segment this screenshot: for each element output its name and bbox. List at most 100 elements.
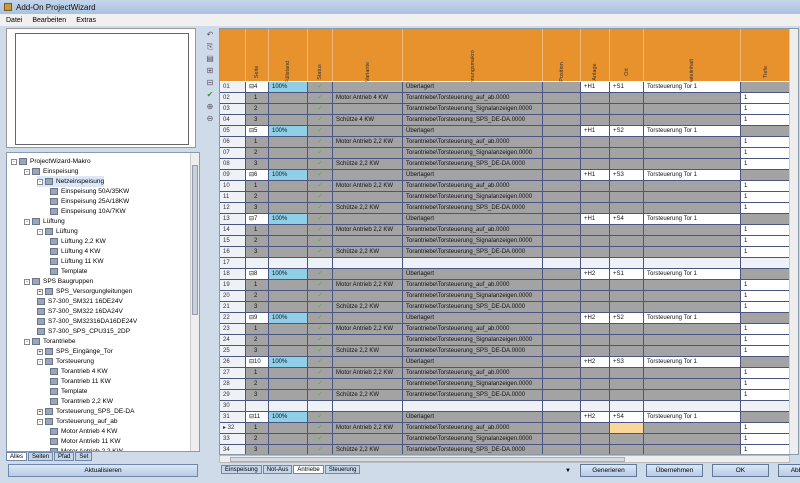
tab-not-aus[interactable]: Not-Aus bbox=[262, 465, 293, 474]
table-cell[interactable]: 100% bbox=[269, 82, 308, 93]
table-cell[interactable] bbox=[333, 170, 403, 181]
column-header[interactable]: Ort bbox=[610, 29, 644, 81]
status-check-icon[interactable]: ✓ bbox=[308, 379, 333, 390]
table-cell[interactable]: 1 bbox=[741, 423, 791, 434]
table-cell[interactable] bbox=[543, 258, 581, 269]
status-check-icon[interactable]: ✓ bbox=[308, 247, 333, 258]
table-cell[interactable] bbox=[543, 236, 581, 247]
table-cell[interactable] bbox=[333, 126, 403, 137]
status-check-icon[interactable]: ✓ bbox=[308, 313, 333, 324]
table-row[interactable]: 18 ⊟8 100% ✓ Überlagert +H2 +S1 Torsteuerung To… bbox=[220, 269, 791, 280]
status-check-icon[interactable]: ✓ bbox=[308, 445, 333, 454]
table-cell[interactable]: +H1 bbox=[581, 170, 610, 181]
table-cell[interactable]: 1 bbox=[741, 280, 791, 291]
table-cell[interactable] bbox=[581, 236, 610, 247]
table-cell[interactable] bbox=[543, 291, 581, 302]
table-cell[interactable]: Torantriebe\Torsteuerung_SPS_DE-DA.0000 bbox=[403, 203, 543, 214]
table-cell[interactable] bbox=[543, 93, 581, 104]
table-cell[interactable]: Überlagert bbox=[403, 412, 543, 423]
table-cell[interactable] bbox=[543, 423, 581, 434]
table-cell[interactable] bbox=[581, 434, 610, 445]
status-check-icon[interactable]: ✓ bbox=[308, 291, 333, 302]
collapse-icon[interactable]: - bbox=[24, 338, 30, 345]
table-cell[interactable] bbox=[644, 390, 741, 401]
column-header[interactable]: Status bbox=[308, 29, 333, 81]
table-cell[interactable] bbox=[581, 324, 610, 335]
table-cell[interactable] bbox=[644, 93, 741, 104]
table-cell[interactable] bbox=[610, 346, 644, 357]
table-cell[interactable] bbox=[741, 357, 791, 368]
table-cell[interactable]: Torantriebe\Torsteuerung_SPS_DE-DA.0000 bbox=[403, 445, 543, 454]
table-cell[interactable] bbox=[644, 258, 741, 269]
column-header[interactable]: Füllstand bbox=[269, 29, 308, 83]
table-cell[interactable] bbox=[269, 390, 308, 401]
table-cell[interactable]: +H2 bbox=[581, 412, 610, 423]
status-check-icon[interactable]: ✓ bbox=[308, 346, 333, 357]
table-row[interactable]: 21 3 ✓ Schütze 2,2 KW Torantriebe\Torsteueru… bbox=[220, 302, 791, 313]
table-cell[interactable]: Überlagert bbox=[403, 82, 543, 93]
status-check-icon[interactable]: ✓ bbox=[308, 324, 333, 335]
table-cell[interactable] bbox=[610, 434, 644, 445]
tab-seiten[interactable]: Seiten bbox=[28, 452, 54, 461]
table-cell[interactable]: Motor Antrieb 2,2 KW bbox=[333, 368, 403, 379]
table-cell[interactable]: 2 bbox=[246, 379, 269, 390]
table-cell[interactable]: Torsteuerung Tor 1 bbox=[644, 412, 741, 423]
table-cell[interactable]: Torsteuerung Tor 1 bbox=[644, 269, 741, 280]
table-cell[interactable] bbox=[644, 247, 741, 258]
table-cell[interactable] bbox=[581, 225, 610, 236]
table-cell[interactable]: 1 bbox=[741, 104, 791, 115]
generate-button[interactable]: Generieren bbox=[579, 464, 637, 477]
table-cell[interactable] bbox=[269, 302, 308, 313]
table-cell[interactable] bbox=[581, 247, 610, 258]
table-cell[interactable]: 1 bbox=[246, 93, 269, 104]
table-cell[interactable]: Torsteuerung Tor 1 bbox=[644, 82, 741, 93]
table-cell[interactable]: +H1 bbox=[581, 214, 610, 225]
table-row[interactable]: 12 3 ✓ Schütze 2,2 KW Torantriebe\Torsteueru… bbox=[220, 203, 791, 214]
table-cell[interactable]: Torantriebe\Torsteuerung_SPS_DE-DA.0000 bbox=[403, 159, 543, 170]
table-cell[interactable]: 100% bbox=[269, 269, 308, 280]
table-cell[interactable] bbox=[741, 412, 791, 423]
table-cell[interactable] bbox=[610, 368, 644, 379]
table-cell[interactable]: 1 bbox=[741, 192, 791, 203]
zoom-out-icon[interactable]: ⊖ bbox=[205, 114, 215, 123]
table-cell[interactable]: Schütze 2,2 KW bbox=[333, 302, 403, 313]
table-cell[interactable]: Motor Antrieb 2,2 KW bbox=[333, 181, 403, 192]
table-cell[interactable]: +S1 bbox=[610, 82, 644, 93]
table-row[interactable]: 26 ⊟10 100% ✓ Überlagert +H2 +S3 Torsteuerung T… bbox=[220, 357, 791, 368]
table-cell[interactable]: Torantriebe\Torsteuerung_Signalanzeigen.… bbox=[403, 192, 543, 203]
table-cell[interactable]: +S4 bbox=[610, 214, 644, 225]
table-row[interactable]: 02 1 ✓ Motor Antrieb 4 KW Torantriebe\Torste… bbox=[220, 93, 791, 104]
status-check-icon[interactable] bbox=[308, 401, 333, 412]
table-row[interactable]: 25 3 ✓ Schütze 2,2 KW Torantriebe\Torsteueru… bbox=[220, 346, 791, 357]
table-row[interactable]: 05 ⊟5 100% ✓ Überlagert +H1 +S2 Torsteuerung To… bbox=[220, 126, 791, 137]
apply-button[interactable]: Übernehmen bbox=[645, 464, 703, 477]
table-cell[interactable]: Torsteuerung Tor 1 bbox=[644, 126, 741, 137]
table-cell[interactable]: 1 bbox=[246, 423, 269, 434]
table-cell[interactable]: Torantriebe\Torsteuerung_SPS_DE-DA.0000 bbox=[403, 115, 543, 126]
status-check-icon[interactable]: ✓ bbox=[308, 368, 333, 379]
table-cell[interactable] bbox=[644, 280, 741, 291]
collapse-icon[interactable]: - bbox=[24, 218, 30, 225]
column-header[interactable] bbox=[220, 29, 246, 81]
table-cell[interactable] bbox=[644, 225, 741, 236]
table-cell[interactable]: 1 bbox=[246, 181, 269, 192]
table-cell[interactable] bbox=[581, 192, 610, 203]
table-cell[interactable] bbox=[543, 203, 581, 214]
table-cell[interactable]: 100% bbox=[269, 313, 308, 324]
table-cell[interactable] bbox=[581, 445, 610, 454]
status-check-icon[interactable]: ✓ bbox=[308, 104, 333, 115]
table-row[interactable]: 01 ⊟4 100% ✓ Überlagert +H1 +S1 Torsteuerung To… bbox=[220, 82, 791, 93]
table-cell[interactable]: 1 bbox=[741, 335, 791, 346]
table-cell[interactable] bbox=[269, 335, 308, 346]
table-cell[interactable] bbox=[610, 390, 644, 401]
status-check-icon[interactable]: ✓ bbox=[308, 412, 333, 423]
table-cell[interactable] bbox=[333, 412, 403, 423]
table-cell[interactable]: 1 bbox=[741, 137, 791, 148]
table-row[interactable]: 09 ⊟6 100% ✓ Überlagert +H1 +S3 Torsteuerung To… bbox=[220, 170, 791, 181]
table-cell[interactable] bbox=[581, 302, 610, 313]
table-cell[interactable] bbox=[543, 137, 581, 148]
table-cell[interactable] bbox=[644, 379, 741, 390]
table-cell[interactable] bbox=[610, 159, 644, 170]
column-header[interactable]: Variante bbox=[333, 29, 403, 82]
table-row[interactable]: 30 bbox=[220, 401, 791, 412]
